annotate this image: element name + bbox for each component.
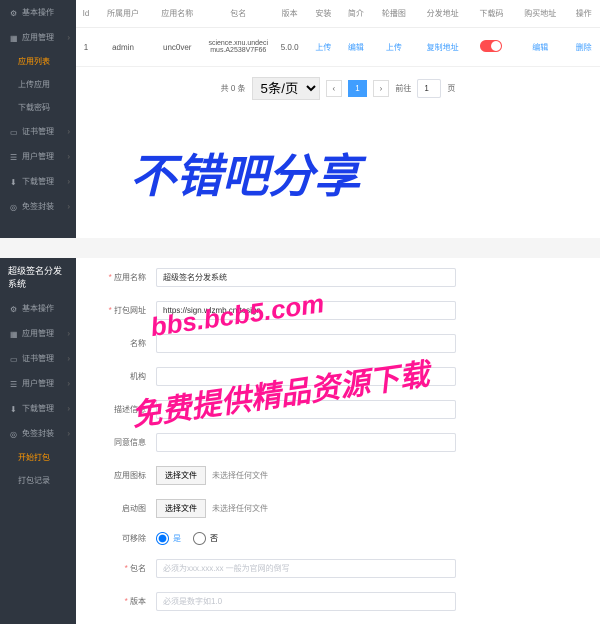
nav2-start-pack[interactable]: 开始打包 bbox=[0, 446, 76, 469]
input-packurl[interactable] bbox=[156, 301, 456, 320]
th-id: Id bbox=[76, 0, 96, 28]
install-link[interactable]: 上传 bbox=[315, 43, 331, 52]
nav-download-pwd[interactable]: 下载密码 bbox=[0, 96, 76, 119]
label-consent: 同意信息 bbox=[96, 437, 156, 448]
nav-user-mgmt[interactable]: ☰用户管理 bbox=[0, 144, 76, 169]
user-icon: ☰ bbox=[10, 153, 18, 161]
delete-link[interactable]: 删除 bbox=[576, 43, 592, 52]
label-pkg: 包名 bbox=[96, 563, 156, 574]
input-desc[interactable] bbox=[156, 400, 456, 419]
btn-choose-splash[interactable]: 选择文件 bbox=[156, 499, 206, 518]
app-icon: ▦ bbox=[10, 34, 18, 42]
package-icon: ◎ bbox=[10, 430, 18, 438]
nav-basic[interactable]: ⚙基本操作 bbox=[0, 0, 76, 25]
btn-choose-icon[interactable]: 选择文件 bbox=[156, 466, 206, 485]
jump-prefix: 前往 bbox=[395, 83, 411, 94]
th-user: 所属用户 bbox=[96, 0, 150, 28]
radio-no-label: 否 bbox=[210, 533, 218, 544]
nav2-download[interactable]: ⬇下载管理 bbox=[0, 396, 76, 421]
th-dlcode: 下载码 bbox=[470, 0, 513, 28]
label-packurl: 打包网址 bbox=[96, 305, 156, 316]
th-install: 安装 bbox=[307, 0, 340, 28]
radio-yes[interactable] bbox=[156, 532, 169, 545]
label-removable: 可移除 bbox=[96, 533, 156, 544]
radio-no[interactable] bbox=[193, 532, 206, 545]
cert-icon: ▭ bbox=[10, 355, 18, 363]
user-icon: ☰ bbox=[10, 380, 18, 388]
label-org: 机构 bbox=[96, 371, 156, 382]
app-table: Id 所属用户 应用名称 包名 版本 安装 简介 轮播图 分发地址 下载码 购买… bbox=[76, 0, 600, 67]
label-name: 名称 bbox=[96, 338, 156, 349]
nav2-cert[interactable]: ▭证书管理 bbox=[0, 346, 76, 371]
cert-icon: ▭ bbox=[10, 128, 18, 136]
label-appname: 应用名称 bbox=[96, 272, 156, 283]
nav2-pack-log[interactable]: 打包记录 bbox=[0, 469, 76, 492]
nav-cert-mgmt[interactable]: ▭证书管理 bbox=[0, 119, 76, 144]
input-appname[interactable] bbox=[156, 268, 456, 287]
nav2-basic[interactable]: ⚙基本操作 bbox=[0, 296, 76, 321]
table-row: 1 admin unc0ver science.xnu.undecimus.A2… bbox=[76, 28, 600, 67]
system-title: 超级签名分发系统 bbox=[0, 258, 76, 296]
nav-app-mgmt[interactable]: ▦应用管理 bbox=[0, 25, 76, 50]
gear-icon: ⚙ bbox=[10, 9, 18, 17]
th-intro: 简介 bbox=[340, 0, 373, 28]
th-ver: 版本 bbox=[272, 0, 307, 28]
label-ver: 版本 bbox=[96, 596, 156, 607]
cell-ver: 5.0.0 bbox=[272, 28, 307, 67]
nav-app-upload[interactable]: 上传应用 bbox=[0, 73, 76, 96]
th-op: 操作 bbox=[567, 0, 600, 28]
dist-link[interactable]: 复制地址 bbox=[427, 43, 459, 52]
page-jump-input[interactable] bbox=[417, 79, 441, 98]
icon-file-text: 未选择任何文件 bbox=[212, 470, 268, 481]
nav-nosign[interactable]: ◎免签封装 bbox=[0, 194, 76, 219]
pack-form: 应用名称 打包网址 名称 机构 描述信息 同意信息 应用图标选择文件未选择任何文… bbox=[76, 258, 600, 624]
input-org[interactable] bbox=[156, 367, 456, 386]
input-name[interactable] bbox=[156, 334, 456, 353]
cell-name: unc0ver bbox=[150, 28, 204, 67]
th-carousel: 轮播图 bbox=[372, 0, 415, 28]
input-consent[interactable] bbox=[156, 433, 456, 452]
download-icon: ⬇ bbox=[10, 178, 18, 186]
nav-app-list[interactable]: 应用列表 bbox=[0, 50, 76, 73]
nav2-user[interactable]: ☰用户管理 bbox=[0, 371, 76, 396]
label-icon: 应用图标 bbox=[96, 470, 156, 481]
download-icon: ⬇ bbox=[10, 405, 18, 413]
nav2-nosign[interactable]: ◎免签封装 bbox=[0, 421, 76, 446]
package-icon: ◎ bbox=[10, 203, 18, 211]
page-next[interactable]: › bbox=[373, 80, 390, 97]
content-top: Id 所属用户 应用名称 包名 版本 安装 简介 轮播图 分发地址 下载码 购买… bbox=[76, 0, 600, 238]
nav2-app[interactable]: ▦应用管理 bbox=[0, 321, 76, 346]
jump-suffix: 页 bbox=[447, 83, 455, 94]
th-dist: 分发地址 bbox=[416, 0, 470, 28]
page-size-select[interactable]: 5条/页 bbox=[252, 77, 320, 100]
carousel-link[interactable]: 上传 bbox=[386, 43, 402, 52]
radio-yes-label: 是 bbox=[173, 533, 181, 544]
input-ver[interactable] bbox=[156, 592, 456, 611]
intro-link[interactable]: 编辑 bbox=[348, 43, 364, 52]
buy-link[interactable]: 编辑 bbox=[532, 43, 548, 52]
th-name: 应用名称 bbox=[150, 0, 204, 28]
cell-id: 1 bbox=[76, 28, 96, 67]
app-icon: ▦ bbox=[10, 330, 18, 338]
sidebar-bottom: 超级签名分发系统 ⚙基本操作 ▦应用管理 ▭证书管理 ☰用户管理 ⬇下载管理 ◎… bbox=[0, 258, 76, 624]
page-1[interactable]: 1 bbox=[348, 80, 366, 97]
splash-file-text: 未选择任何文件 bbox=[212, 503, 268, 514]
dlcode-toggle[interactable] bbox=[480, 40, 502, 52]
cell-user: admin bbox=[96, 28, 150, 67]
label-splash: 启动图 bbox=[96, 503, 156, 514]
input-pkg[interactable] bbox=[156, 559, 456, 578]
label-desc: 描述信息 bbox=[96, 404, 156, 415]
th-pkg: 包名 bbox=[204, 0, 272, 28]
page-prev[interactable]: ‹ bbox=[326, 80, 343, 97]
page-total: 共 0 条 bbox=[221, 83, 246, 94]
pagination: 共 0 条 5条/页 ‹ 1 › 前往 页 bbox=[76, 67, 600, 110]
cell-pkg: science.xnu.undecimus.A2538V7F66 bbox=[204, 28, 272, 67]
sidebar-top: ⚙基本操作 ▦应用管理 应用列表 上传应用 下载密码 ▭证书管理 ☰用户管理 ⬇… bbox=[0, 0, 76, 238]
gear-icon: ⚙ bbox=[10, 305, 18, 313]
th-buy: 购买地址 bbox=[513, 0, 567, 28]
nav-download-mgmt[interactable]: ⬇下载管理 bbox=[0, 169, 76, 194]
